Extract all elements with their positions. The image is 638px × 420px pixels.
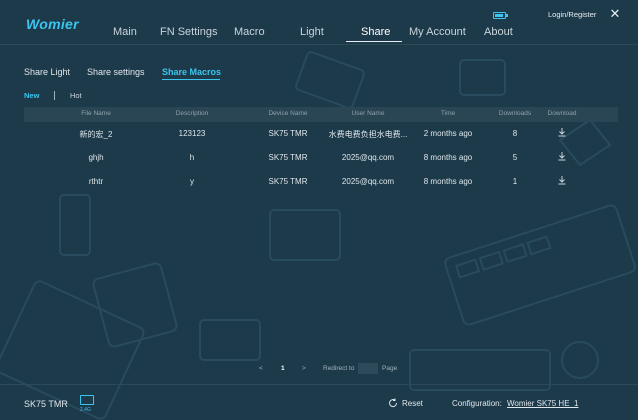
table-row: rthtr y SK75 TMR 2025@qq.com 8 months ag…	[24, 170, 618, 194]
prev-page-button[interactable]: <	[259, 365, 263, 372]
cell-downloads: 8	[512, 129, 518, 138]
nav-light[interactable]: Light	[300, 26, 324, 38]
tab-share-light[interactable]: Share Light	[24, 67, 70, 77]
header-download: Download	[547, 110, 577, 117]
cell-downloads: 1	[512, 177, 518, 186]
header-divider	[0, 44, 638, 45]
download-icon[interactable]	[557, 151, 567, 161]
nav-main[interactable]: Main	[113, 26, 137, 38]
cell-user-name: 水费电费负担水电费...	[328, 130, 408, 139]
cell-file-name: rthtr	[88, 177, 104, 186]
header-downloads: Downloads	[498, 110, 532, 117]
filter-new[interactable]: New	[24, 91, 39, 100]
nav-share[interactable]: Share	[361, 26, 390, 38]
table-header: File Name Description Device Name User N…	[24, 107, 618, 122]
cell-device-name: SK75 TMR	[268, 153, 308, 162]
cell-device-name: SK75 TMR	[268, 177, 308, 186]
subtab-active-underline	[162, 79, 220, 80]
nav-fn-settings[interactable]: FN Settings	[160, 26, 217, 38]
cell-time: 2 months ago	[423, 129, 473, 138]
cell-user-name: 2025@qq.com	[341, 153, 395, 162]
nav-about[interactable]: About	[484, 26, 513, 38]
page-label: Page	[382, 365, 398, 372]
header-user-name: User Name	[351, 110, 385, 117]
cell-device-name: SK75 TMR	[268, 129, 308, 138]
cell-description: 123123	[178, 129, 206, 138]
page-number[interactable]: 1	[281, 365, 285, 372]
header-description: Description	[175, 110, 209, 117]
background-decoration	[0, 51, 636, 420]
footer-divider	[0, 384, 638, 385]
cell-time: 8 months ago	[423, 153, 473, 162]
login-register-link[interactable]: Login/Register	[548, 10, 596, 19]
nav-active-underline	[346, 41, 402, 42]
reset-button[interactable]: Reset	[402, 399, 423, 408]
tab-share-settings[interactable]: Share settings	[87, 67, 145, 77]
cell-file-name: ghjh	[88, 153, 104, 162]
wireless-label: 2.4G	[80, 407, 91, 413]
next-page-button[interactable]: >	[302, 365, 306, 372]
device-name: SK75 TMR	[24, 399, 68, 409]
cell-description: y	[190, 177, 194, 186]
redirect-page-input[interactable]	[358, 363, 378, 374]
cell-user-name: 2025@qq.com	[341, 177, 395, 186]
nav-macro[interactable]: Macro	[234, 26, 265, 38]
main-nav: Main FN Settings Macro Light Share My Ac…	[0, 26, 638, 44]
cell-time: 8 months ago	[423, 177, 473, 186]
header-device-name: Device Name	[268, 110, 308, 117]
close-icon[interactable]: ✕	[608, 7, 622, 21]
cell-description: h	[189, 153, 195, 162]
download-icon[interactable]	[557, 127, 567, 137]
configuration-select[interactable]: Womier SK75 HE_1	[507, 399, 578, 408]
configuration-label: Configuration:	[452, 399, 502, 408]
table-row: 新的宏_2 123123 SK75 TMR 水费电费负担水电费... 2 mon…	[24, 122, 618, 146]
filter-hot[interactable]: Hot	[70, 91, 82, 100]
redirect-label: Redirect to	[323, 365, 355, 372]
download-icon[interactable]	[557, 175, 567, 185]
filter-separator	[54, 91, 55, 100]
table-row: ghjh h SK75 TMR 2025@qq.com 8 months ago…	[24, 146, 618, 170]
tab-share-macros[interactable]: Share Macros	[162, 67, 221, 77]
header-file-name: File Name	[81, 110, 111, 117]
macros-table: File Name Description Device Name User N…	[24, 107, 618, 194]
battery-icon	[493, 12, 508, 19]
cell-downloads: 5	[512, 153, 518, 162]
wireless-icon	[80, 395, 94, 405]
header-time: Time	[440, 110, 456, 117]
cell-file-name: 新的宏_2	[79, 130, 113, 139]
nav-my-account[interactable]: My Account	[409, 26, 466, 38]
reset-icon[interactable]	[388, 398, 398, 408]
